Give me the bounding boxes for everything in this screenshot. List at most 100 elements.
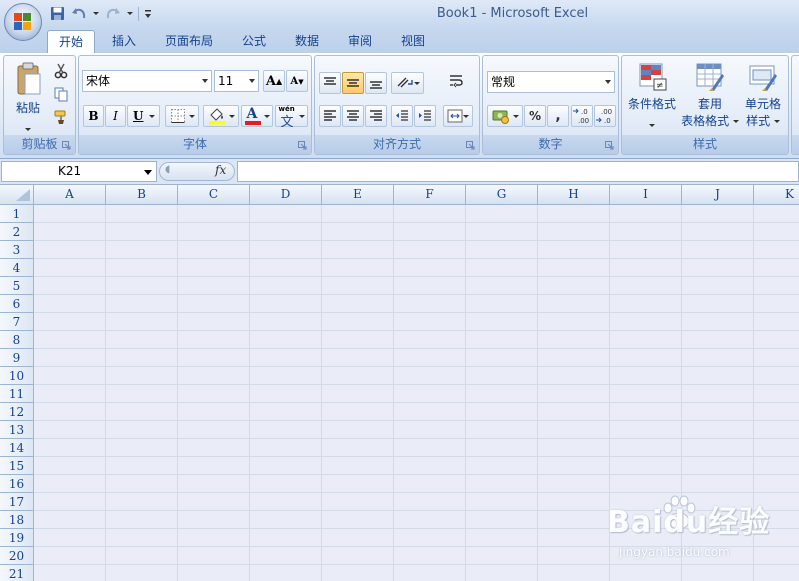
tab-data[interactable]: 数据: [284, 30, 330, 52]
font-name-dropdown-icon[interactable]: [202, 79, 208, 83]
row-header-16[interactable]: 16: [0, 475, 34, 493]
font-color-glyph: A: [246, 106, 258, 122]
conditional-format-button[interactable]: ≠ 条件格式: [624, 60, 680, 136]
pill-grip-icon[interactable]: ◖: [165, 164, 170, 175]
number-launcher-icon[interactable]: [605, 141, 614, 150]
row-header-15[interactable]: 15: [0, 457, 34, 475]
align-right-icon: [370, 110, 382, 121]
column-header-g[interactable]: G: [466, 185, 538, 204]
row-header-10[interactable]: 10: [0, 367, 34, 385]
tab-page-layout[interactable]: 页面布局: [157, 30, 221, 52]
row-header-4[interactable]: 4: [0, 259, 34, 277]
row-header-12[interactable]: 12: [0, 403, 34, 421]
grow-font-button[interactable]: A ▲: [263, 70, 285, 92]
row-header-14[interactable]: 14: [0, 439, 34, 457]
column-header-b[interactable]: B: [106, 185, 178, 204]
column-header-k[interactable]: K: [754, 185, 799, 204]
row-header-20[interactable]: 20: [0, 547, 34, 565]
column-header-d[interactable]: D: [250, 185, 322, 204]
select-all-corner[interactable]: [0, 185, 34, 204]
column-header-h[interactable]: H: [538, 185, 610, 204]
increase-decimal-button[interactable]: .0.00: [571, 105, 593, 127]
row-header-21[interactable]: 21: [0, 565, 34, 581]
clipboard-launcher-icon[interactable]: [62, 141, 71, 150]
row-header-6[interactable]: 6: [0, 295, 34, 313]
insert-function-icon[interactable]: fx: [215, 163, 226, 177]
row-header-5[interactable]: 5: [0, 277, 34, 295]
row-header-7[interactable]: 7: [0, 313, 34, 331]
formula-input[interactable]: [237, 161, 799, 182]
orientation-button[interactable]: [391, 72, 424, 94]
phonetic-dropdown-icon[interactable]: [298, 114, 305, 118]
row-header-19[interactable]: 19: [0, 529, 34, 547]
tab-formulas[interactable]: 公式: [231, 30, 277, 52]
merge-center-button[interactable]: [443, 105, 473, 127]
phonetic-button[interactable]: wén 文: [275, 105, 308, 130]
format-as-table-icon: [696, 63, 724, 91]
orientation-dropdown-icon[interactable]: [413, 81, 420, 85]
column-header-c[interactable]: C: [178, 185, 250, 204]
paste-button[interactable]: 粘贴: [10, 60, 46, 136]
tab-view[interactable]: 视图: [390, 30, 436, 52]
align-top-button[interactable]: [319, 72, 341, 94]
column-header-e[interactable]: E: [322, 185, 394, 204]
font-size-dropdown-icon[interactable]: [249, 79, 255, 83]
cut-button[interactable]: [51, 60, 71, 82]
copy-button[interactable]: [51, 83, 71, 105]
fill-color-button[interactable]: [203, 105, 239, 127]
font-name-combo[interactable]: 宋体: [82, 70, 212, 92]
italic-button[interactable]: I: [105, 105, 126, 127]
tab-home[interactable]: 开始: [47, 30, 95, 54]
format-painter-button[interactable]: [51, 106, 71, 128]
row-header-2[interactable]: 2: [0, 223, 34, 241]
align-left-button[interactable]: [319, 105, 341, 127]
merge-dropdown-icon[interactable]: [463, 114, 469, 118]
name-box-dropdown-icon[interactable]: [144, 170, 152, 175]
underline-dropdown-icon[interactable]: [149, 114, 156, 118]
row-header-11[interactable]: 11: [0, 385, 34, 403]
column-header-a[interactable]: A: [34, 185, 106, 204]
decrease-decimal-button[interactable]: .00.0: [594, 105, 616, 127]
number-format-dropdown-icon[interactable]: [605, 80, 611, 84]
row-header-1[interactable]: 1: [0, 205, 34, 223]
tab-review[interactable]: 审阅: [337, 30, 383, 52]
align-center-button[interactable]: [342, 105, 364, 127]
fill-color-dropdown-icon[interactable]: [228, 114, 235, 118]
number-format-combo[interactable]: 常规: [487, 71, 615, 93]
underline-button[interactable]: U: [127, 105, 160, 127]
decrease-indent-button[interactable]: [391, 105, 413, 127]
column-header-j[interactable]: J: [682, 185, 754, 204]
shrink-font-button[interactable]: A ▼: [286, 70, 308, 92]
bold-button[interactable]: B: [83, 105, 104, 127]
row-header-9[interactable]: 9: [0, 349, 34, 367]
accounting-dropdown-icon[interactable]: [512, 114, 519, 118]
borders-dropdown-icon[interactable]: [188, 114, 195, 118]
comma-style-button[interactable]: ,: [547, 105, 569, 127]
cell-styles-button[interactable]: 单元格 样式: [740, 60, 786, 136]
column-header-i[interactable]: I: [610, 185, 682, 204]
align-right-button[interactable]: [365, 105, 387, 127]
column-header-f[interactable]: F: [394, 185, 466, 204]
percent-style-button[interactable]: %: [524, 105, 546, 127]
tab-insert[interactable]: 插入: [101, 30, 147, 52]
alignment-launcher-icon[interactable]: [466, 141, 475, 150]
row-header-18[interactable]: 18: [0, 511, 34, 529]
row-header-17[interactable]: 17: [0, 493, 34, 511]
align-bottom-button[interactable]: [365, 72, 387, 94]
font-color-dropdown-icon[interactable]: [263, 114, 270, 118]
font-launcher-icon[interactable]: [298, 141, 307, 150]
format-as-table-button[interactable]: 套用 表格格式: [680, 60, 740, 136]
font-size-combo[interactable]: 11: [214, 70, 259, 92]
row-header-13[interactable]: 13: [0, 421, 34, 439]
borders-button[interactable]: [165, 105, 199, 127]
row-header-8[interactable]: 8: [0, 331, 34, 349]
name-box[interactable]: K21: [1, 161, 157, 182]
office-button[interactable]: [4, 3, 42, 41]
row-header-3[interactable]: 3: [0, 241, 34, 259]
wrap-text-button[interactable]: [443, 70, 469, 92]
merge-center-icon: [447, 109, 463, 123]
increase-indent-button[interactable]: [414, 105, 436, 127]
font-color-button[interactable]: A: [241, 105, 273, 127]
align-middle-button[interactable]: [342, 72, 364, 94]
accounting-format-button[interactable]: [487, 105, 523, 127]
